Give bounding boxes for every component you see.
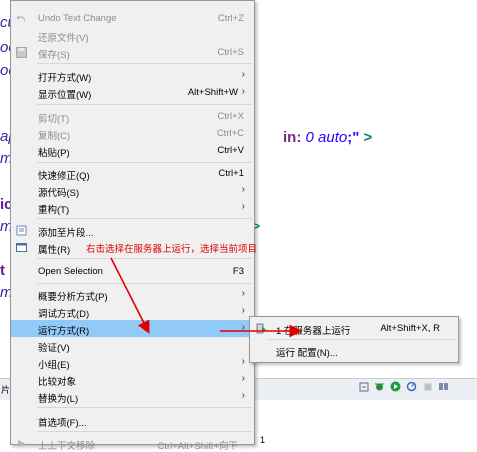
annotation-arrows <box>110 257 303 338</box>
annotation-arrow <box>110 257 150 334</box>
